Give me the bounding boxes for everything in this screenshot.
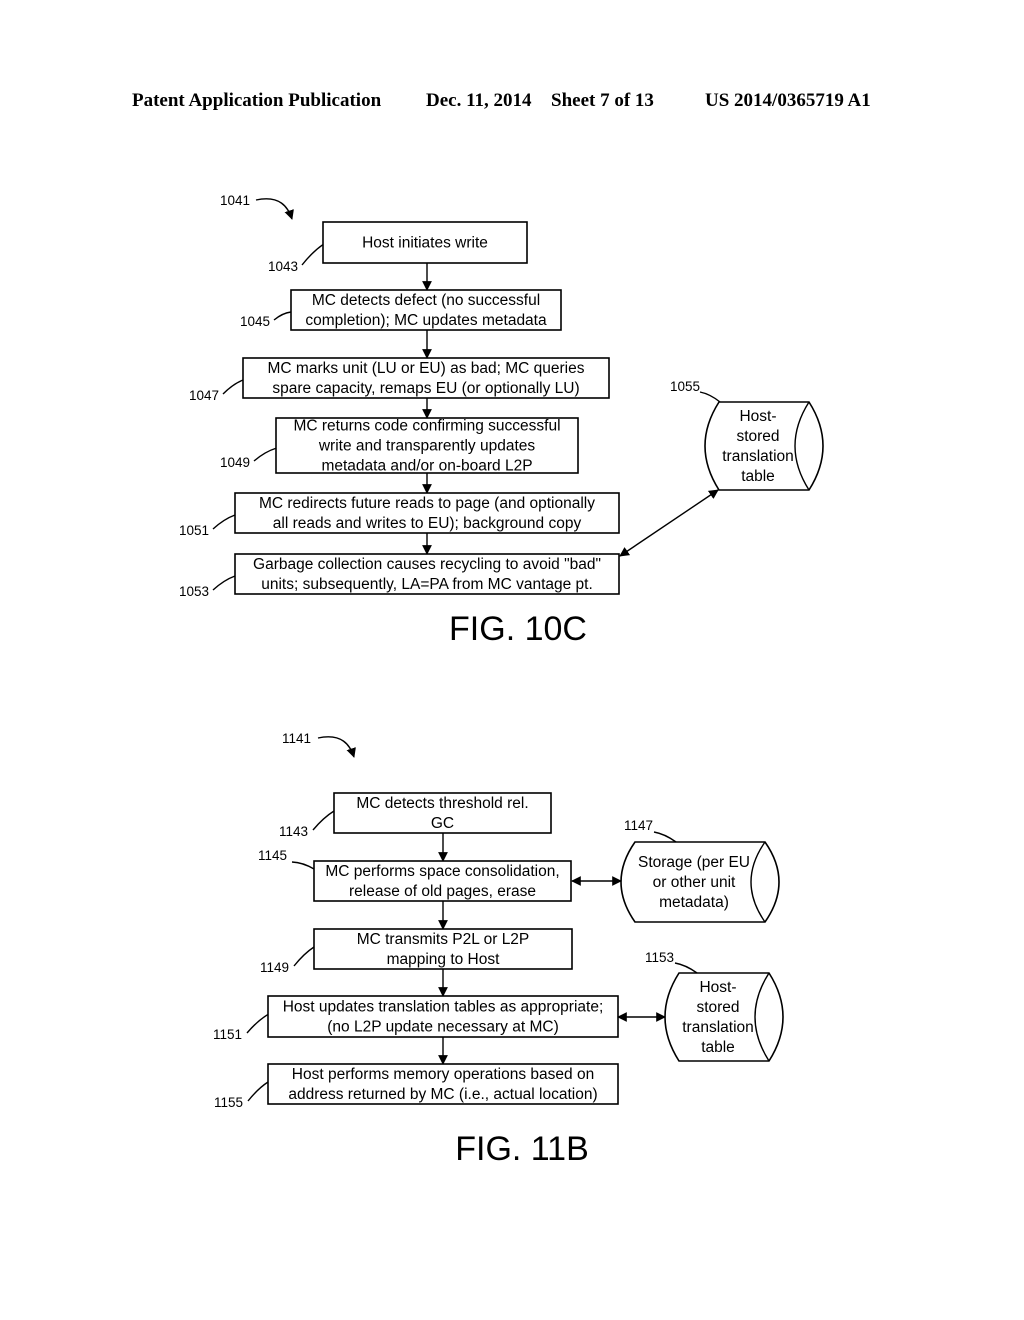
patent-diagram: 1041 Host initiates write 1043 MC detects d…: [179, 193, 824, 1168]
process-step-1053: Garbage collection causes recycling to a…: [179, 553, 620, 599]
process-step-1143: MC detects threshold rel. GC 1143: [279, 792, 552, 839]
process-step-text: release of old pages, erase: [349, 883, 536, 900]
process-step-text: MC marks unit (LU or EU) as bad; MC quer…: [268, 360, 585, 377]
process-step-text: Garbage collection causes recycling to a…: [253, 556, 601, 573]
leader-line: [212, 514, 236, 530]
process-step-text: Host initiates write: [362, 235, 488, 252]
reference-numeral: 1045: [240, 314, 270, 329]
process-step-text: MC transmits P2L or L2P: [357, 931, 530, 948]
reference-numeral: 1051: [179, 523, 209, 538]
leader-line: [212, 575, 236, 591]
process-step-text: units; subsequently, LA=PA from MC vanta…: [261, 576, 593, 593]
process-step-text: MC redirects future reads to page (and o…: [259, 495, 595, 512]
reference-numeral: 1145: [258, 848, 287, 863]
reference-numeral: 1155: [214, 1095, 243, 1110]
data-store-text: stored: [696, 999, 739, 1016]
data-store-text: Host-: [739, 408, 776, 425]
process-step-text: all reads and writes to EU); background …: [273, 515, 582, 532]
reference-numeral: 1047: [189, 388, 219, 403]
process-step-1151: Host updates translation tables as appro…: [213, 995, 619, 1042]
data-store-text: translation: [722, 448, 794, 465]
process-step-text: MC detects defect (no successful: [312, 292, 540, 309]
data-store-text: Host-: [699, 979, 736, 996]
leader-line: [273, 311, 292, 321]
data-store-1153: Host-stored translation table 1153: [645, 950, 784, 1062]
figure-11b: 1141 MC detects threshold rel. GC 1143 MC pe…: [213, 731, 784, 1168]
process-step-text: Host performs memory operations based on: [292, 1066, 594, 1083]
data-store-1055: Host-stored translation table 1055: [670, 379, 824, 491]
leader-line: [291, 861, 315, 870]
figure-label: FIG. 11B: [455, 1130, 589, 1168]
reference-numeral: 1053: [179, 584, 209, 599]
process-step-1145: MC performs space consolidation, release …: [258, 848, 572, 902]
process-step-text: mapping to Host: [387, 951, 501, 968]
process-step-text: GC: [431, 815, 454, 832]
leader-line: [312, 810, 335, 831]
leader-line: [674, 962, 698, 974]
reference-numeral: 1147: [624, 818, 653, 833]
leader-line: [293, 946, 315, 967]
process-step-text: completion); MC updates metadata: [305, 312, 547, 329]
reference-numeral: 1143: [279, 824, 308, 839]
reference-numeral: 1151: [213, 1027, 242, 1042]
process-step-text: spare capacity, remaps EU (or optionally…: [272, 380, 579, 397]
process-step-1047: MC marks unit (LU or EU) as bad; MC quer…: [189, 357, 610, 403]
process-step-text: MC detects threshold rel.: [356, 795, 528, 812]
data-store-text: Storage (per EU: [638, 854, 750, 871]
figure-reference-arrow: [255, 198, 294, 220]
reference-numeral: 1153: [645, 950, 674, 965]
leader-line: [699, 391, 721, 403]
reference-numeral: 1043: [268, 259, 298, 274]
leader-line: [246, 1013, 269, 1034]
bidirectional-arrow: [619, 489, 719, 557]
process-step-text: Host updates translation tables as appro…: [283, 999, 604, 1016]
figure-label: FIG. 10C: [449, 610, 587, 648]
reference-numeral: 1049: [220, 455, 250, 470]
data-store-text: table: [701, 1039, 735, 1056]
process-step-text: (no L2P update necessary at MC): [327, 1019, 558, 1036]
process-step-1155: Host performs memory operations based on…: [214, 1063, 619, 1110]
process-step-text: MC performs space consolidation,: [325, 863, 559, 880]
data-store-text: or other unit: [653, 874, 736, 891]
data-store-text: stored: [736, 428, 779, 445]
process-step-text: MC returns code confirming successful: [293, 418, 560, 435]
leader-line: [253, 447, 277, 462]
process-step-1045: MC detects defect (no successful completi…: [240, 289, 562, 331]
reference-numeral: 1041: [220, 193, 250, 208]
reference-numeral: 1055: [670, 379, 700, 394]
data-store-text: table: [741, 468, 775, 485]
data-store-text: translation: [682, 1019, 754, 1036]
leader-line: [247, 1081, 269, 1102]
process-step-1043: Host initiates write 1043: [268, 221, 528, 274]
reference-numeral: 1149: [260, 960, 289, 975]
leader-line: [222, 379, 244, 395]
data-store-1147: Storage (per EU or other unit metadata) 114…: [620, 818, 780, 923]
reference-numeral: 1141: [282, 731, 311, 746]
process-step-text: metadata and/or on-board L2P: [321, 458, 532, 475]
data-store-text: metadata): [659, 894, 729, 911]
leader-line: [301, 243, 324, 266]
process-step-text: write and transparently updates: [318, 438, 536, 455]
process-step-1051: MC redirects future reads to page (and o…: [179, 492, 620, 538]
process-step-1049: MC returns code confirming successful wri…: [220, 417, 579, 475]
figure-10c: 1041 Host initiates write 1043 MC detects d…: [179, 193, 824, 648]
process-step-1149: MC transmits P2L or L2P mapping to Host 11…: [260, 928, 573, 975]
process-step-text: address returned by MC (i.e., actual loc…: [288, 1086, 597, 1103]
figure-reference-arrow: [317, 736, 356, 758]
leader-line: [653, 831, 677, 843]
